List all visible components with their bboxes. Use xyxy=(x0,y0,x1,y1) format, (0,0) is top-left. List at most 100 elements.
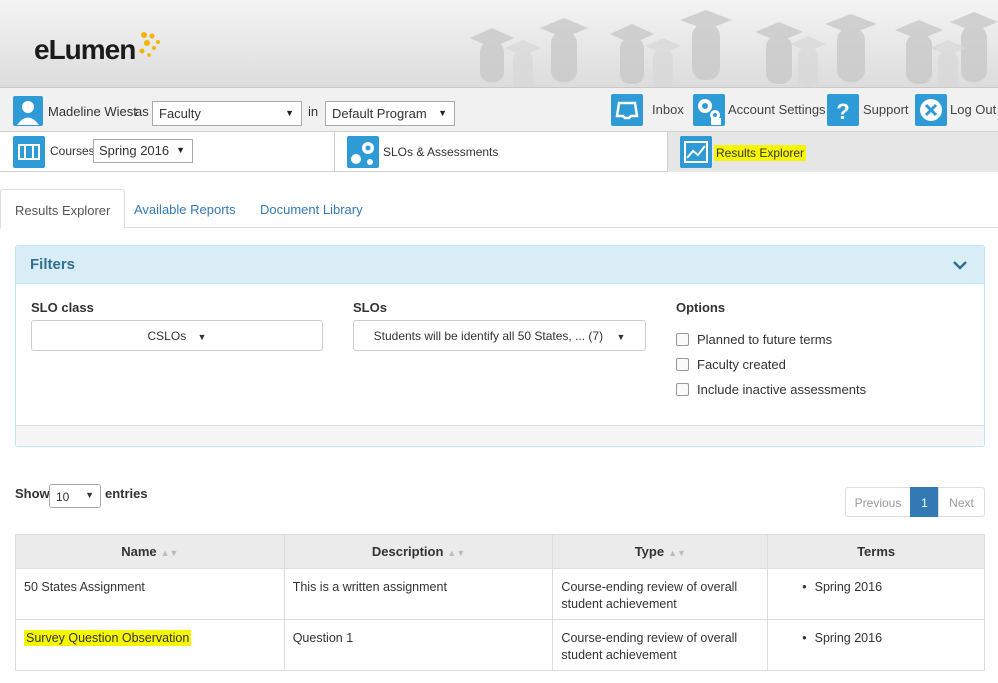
logout-icon[interactable] xyxy=(915,94,947,126)
cell-name: 50 States Assignment xyxy=(15,568,285,620)
header-banner: eLumen xyxy=(0,0,998,88)
user-name: Madeline Wiest xyxy=(48,104,137,119)
checkbox[interactable] xyxy=(676,333,689,346)
option-faculty-created[interactable]: Faculty created xyxy=(676,357,786,372)
slo-class-value: CSLOs xyxy=(147,329,187,343)
filters-footer xyxy=(16,425,984,446)
cell-type: Course-ending review of overall student … xyxy=(552,568,769,620)
option-include-inactive[interactable]: Include inactive assessments xyxy=(676,382,866,397)
term-item: Spring 2016 xyxy=(814,631,883,645)
header-label: Terms xyxy=(857,544,896,559)
column-header-description[interactable]: Description ▲▼ xyxy=(283,534,554,569)
show-label: Show xyxy=(15,486,50,501)
user-bar: Madeline Wiest as Faculty ▼ in Default P… xyxy=(0,88,998,132)
account-settings-link[interactable]: Account Settings xyxy=(728,102,826,117)
gear-icon[interactable] xyxy=(693,94,725,126)
cell-terms: • Spring 2016 xyxy=(767,619,985,671)
cell-type: Course-ending review of overall student … xyxy=(552,619,769,671)
slos-icon xyxy=(347,136,379,168)
checkbox[interactable] xyxy=(676,358,689,371)
slo-class-dropdown[interactable]: CSLOs ▼ xyxy=(31,320,323,351)
cell-description: This is a written assignment xyxy=(283,568,554,620)
slos-value: Students will be identify all 50 States,… xyxy=(373,329,604,343)
slos-assessments-label: SLOs & Assessments xyxy=(383,145,499,159)
entries-label: entries xyxy=(105,486,148,501)
table-row[interactable]: Survey Question Observation Question 1 C… xyxy=(15,619,985,671)
results-explorer-module[interactable]: Results Explorer xyxy=(668,132,998,172)
slos-dropdown[interactable]: Students will be identify all 50 States,… xyxy=(353,320,646,351)
header-label: Name xyxy=(121,544,157,559)
option-label: Include inactive assessments xyxy=(697,382,867,397)
sort-icon[interactable]: ▲▼ xyxy=(161,548,179,558)
table-header-row: Name ▲▼ Description ▲▼ Type ▲▼ Terms xyxy=(15,534,985,569)
slos-label: SLOs xyxy=(353,300,387,315)
page-1-button[interactable]: 1 xyxy=(910,487,939,517)
chevron-down-icon[interactable] xyxy=(952,259,968,271)
term-select[interactable]: Spring 2016 ▼ xyxy=(93,139,193,163)
sort-icon[interactable]: ▲▼ xyxy=(447,548,465,558)
next-button[interactable]: Next xyxy=(938,487,985,517)
results-explorer-label: Results Explorer xyxy=(714,145,807,161)
question-mark-icon[interactable]: ? xyxy=(827,94,859,126)
caret-down-icon: ▼ xyxy=(616,332,626,342)
row-name[interactable]: Survey Question Observation xyxy=(24,630,192,646)
header-label: Type xyxy=(634,544,665,559)
role-select[interactable]: Faculty ▼ xyxy=(152,101,302,126)
caret-down-icon: ▼ xyxy=(176,145,185,155)
filters-header[interactable]: Filters xyxy=(16,246,984,284)
row-name[interactable]: 50 States Assignment xyxy=(24,580,145,594)
caret-down-icon: ▼ xyxy=(197,332,207,342)
sort-icon[interactable]: ▲▼ xyxy=(668,548,686,558)
page-length-select[interactable]: 10 ▼ xyxy=(49,484,101,508)
option-label: Planned to future terms xyxy=(697,332,833,347)
program-select-value: Default Program xyxy=(332,106,427,121)
slos-assessments-module[interactable]: SLOs & Assessments xyxy=(335,132,668,172)
tab-document-library[interactable]: Document Library xyxy=(246,189,377,228)
page-tabs: Results Explorer Available Reports Docum… xyxy=(0,189,998,229)
option-label: Faculty created xyxy=(697,357,786,372)
logout-link[interactable]: Log Out xyxy=(950,102,996,117)
caret-down-icon: ▼ xyxy=(85,490,94,500)
caret-down-icon: ▼ xyxy=(438,108,447,118)
courses-label: Courses xyxy=(50,144,95,158)
filters-title: Filters xyxy=(30,256,76,273)
tab-available-reports[interactable]: Available Reports xyxy=(120,189,250,228)
chart-icon xyxy=(680,136,712,168)
program-select[interactable]: Default Program ▼ xyxy=(325,101,455,126)
term-select-value: Spring 2016 xyxy=(99,143,170,158)
options-label: Options xyxy=(676,300,726,315)
caret-down-icon: ▼ xyxy=(285,108,294,118)
column-header-name[interactable]: Name ▲▼ xyxy=(15,534,285,569)
bullet-icon: • xyxy=(802,631,807,645)
inbox-icon[interactable] xyxy=(611,94,643,126)
inbox-link[interactable]: Inbox xyxy=(652,102,684,117)
page-length-value: 10 xyxy=(56,490,70,504)
cell-description: Question 1 xyxy=(283,619,554,671)
cell-terms: • Spring 2016 xyxy=(767,568,985,620)
role-select-value: Faculty xyxy=(159,106,201,121)
user-avatar-icon xyxy=(13,96,43,126)
as-label: as xyxy=(135,104,149,119)
support-link[interactable]: Support xyxy=(863,102,909,117)
checkbox[interactable] xyxy=(676,383,689,396)
elumen-logo: eLumen xyxy=(34,34,136,65)
cell-name: Survey Question Observation xyxy=(15,619,285,671)
assessments-table: Name ▲▼ Description ▲▼ Type ▲▼ Terms 50 Sta… xyxy=(15,534,985,671)
option-planned-future-terms[interactable]: Planned to future terms xyxy=(676,332,832,347)
term-item: Spring 2016 xyxy=(814,580,883,594)
svg-text:?: ? xyxy=(836,99,849,124)
slo-class-label: SLO class xyxy=(31,300,94,315)
table-row[interactable]: 50 States Assignment This is a written a… xyxy=(15,568,985,620)
logo-dots-icon xyxy=(139,32,160,57)
bullet-icon: • xyxy=(802,580,807,594)
courses-module[interactable]: Courses Spring 2016 ▼ xyxy=(0,132,335,172)
header-label: Description xyxy=(371,544,444,559)
filters-panel: Filters SLO class CSLOs ▼ SLOs Students … xyxy=(15,245,985,447)
previous-button[interactable]: Previous xyxy=(845,487,911,517)
tab-results-explorer[interactable]: Results Explorer xyxy=(0,189,126,229)
in-label: in xyxy=(308,104,319,119)
column-header-type[interactable]: Type ▲▼ xyxy=(552,534,769,569)
column-header-terms: Terms xyxy=(767,534,985,569)
module-bar: Courses Spring 2016 ▼ SLOs & Assessments… xyxy=(0,132,998,172)
courses-icon xyxy=(13,136,45,168)
